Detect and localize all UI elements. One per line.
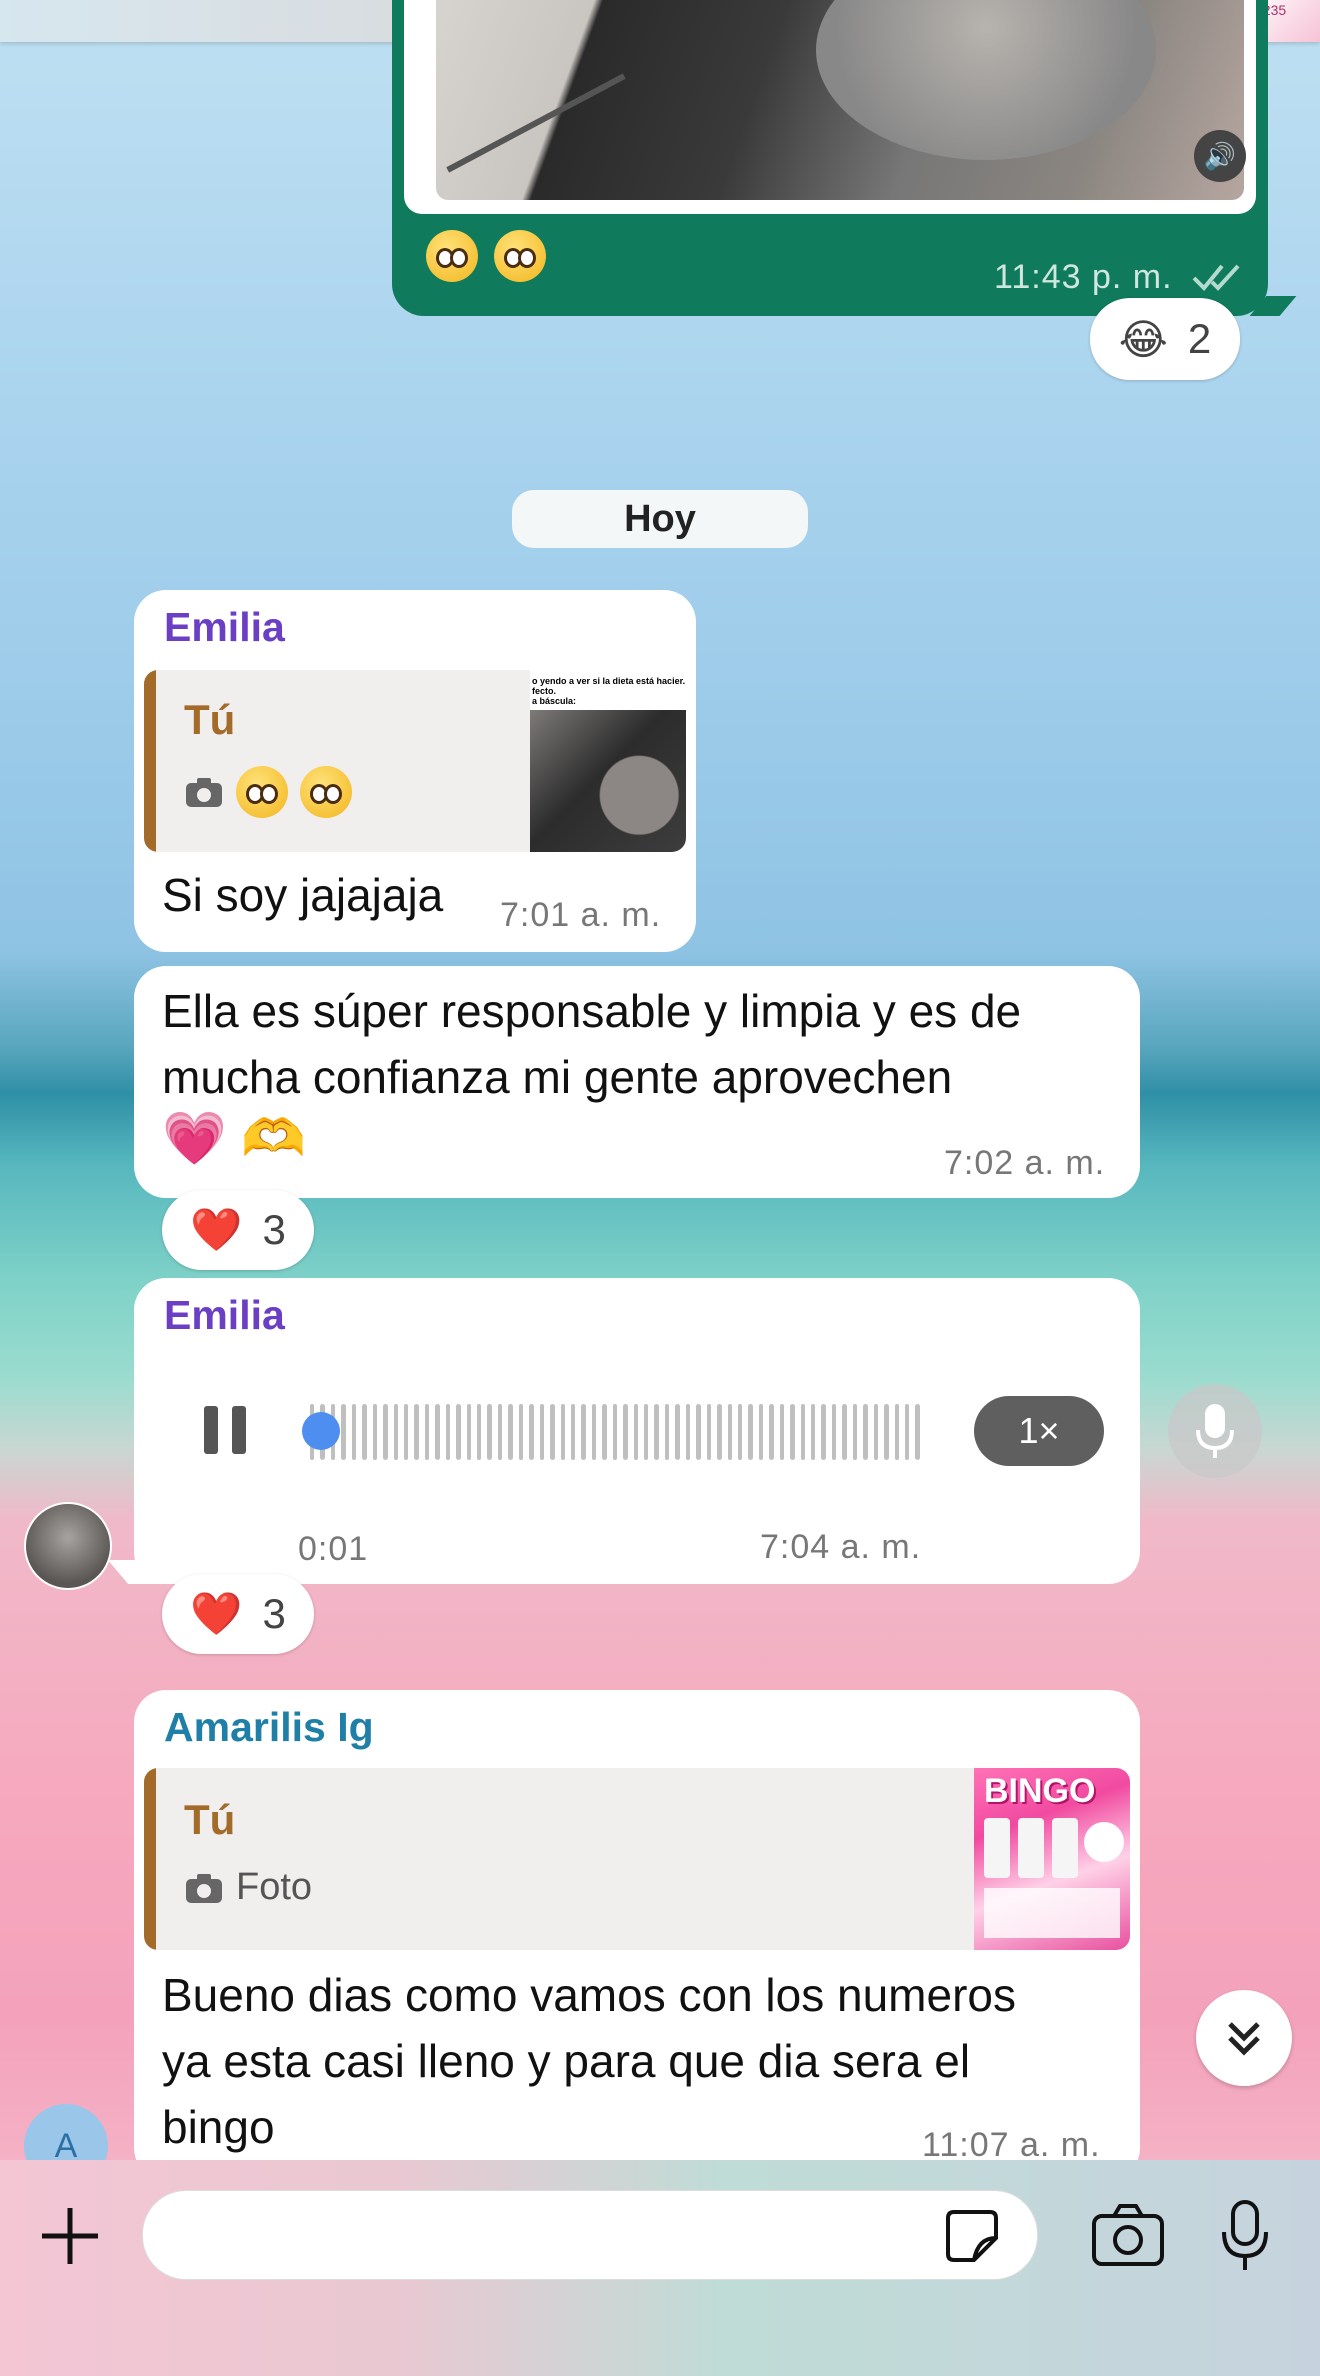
audio-elapsed: 0:01 bbox=[298, 1530, 369, 1568]
camera-icon bbox=[186, 778, 222, 807]
quote-preview bbox=[184, 766, 352, 818]
mic-icon[interactable] bbox=[1220, 2200, 1270, 2272]
incoming-text-message[interactable]: Ella es súper responsable y limpia y es … bbox=[134, 966, 1140, 1198]
speaker-icon[interactable]: 🔊 bbox=[1194, 130, 1246, 182]
date-divider: Hoy bbox=[512, 490, 808, 548]
message-time: 7:04 a. m. bbox=[760, 1528, 922, 1566]
quote-author: Tú bbox=[184, 1796, 236, 1843]
quote-bar bbox=[144, 1768, 156, 1950]
message-text-line-2: ya esta casi lleno y para que dia sera e… bbox=[162, 2035, 971, 2087]
pause-icon[interactable] bbox=[204, 1406, 250, 1454]
quote-author: Tú bbox=[184, 696, 236, 743]
reaction-badge[interactable]: ❤️ 3 bbox=[162, 1190, 314, 1270]
sender-name[interactable]: Emilia bbox=[164, 1292, 285, 1339]
quoted-message[interactable]: Tú o yendo a ver si la dieta está hacier… bbox=[144, 670, 686, 852]
plus-icon[interactable] bbox=[38, 2204, 102, 2268]
quote-subtitle: Foto bbox=[236, 1866, 313, 1908]
reaction-count: 2 bbox=[1187, 315, 1212, 362]
message-emojis: 💗 🫶 bbox=[162, 1110, 306, 1168]
message-input[interactable] bbox=[142, 2190, 1038, 2280]
camera-icon bbox=[186, 1873, 222, 1903]
quote-thumbnail: BINGO bbox=[974, 1768, 1130, 1950]
audio-progress-knob[interactable] bbox=[302, 1412, 340, 1450]
read-receipt-icon bbox=[1192, 264, 1240, 291]
input-bar bbox=[0, 2160, 1320, 2376]
reaction-count: 3 bbox=[262, 1590, 286, 1637]
video-thumbnail[interactable]: 🔊 bbox=[404, 0, 1256, 214]
message-time: 11:43 p. m. bbox=[994, 258, 1173, 296]
reaction-emoji: ❤️ bbox=[190, 1589, 243, 1637]
sender-name[interactable]: Amarilis Ig bbox=[164, 1704, 374, 1751]
camera-icon[interactable] bbox=[1090, 2202, 1166, 2268]
reaction-count: 3 bbox=[262, 1206, 286, 1253]
quote-thumbnail: o yendo a ver si la dieta está hacier. f… bbox=[530, 670, 686, 852]
message-text-line-1: Ella es súper responsable y limpia y es … bbox=[162, 985, 1022, 1037]
scroll-down-button[interactable] bbox=[1196, 1990, 1292, 2086]
quote-bar bbox=[144, 670, 156, 852]
reaction-badge[interactable]: ❤️ 3 bbox=[162, 1574, 314, 1654]
message-text-line-2: mucha confianza mi gente aprovechen bbox=[162, 1051, 953, 1103]
mic-icon[interactable] bbox=[1168, 1384, 1262, 1478]
incoming-audio-message[interactable]: Emilia 1× 0:01 7:04 a. m. bbox=[134, 1278, 1140, 1584]
incoming-reply-message[interactable]: Emilia Tú o yendo a ver si la dieta está… bbox=[134, 590, 696, 952]
emoji-caption bbox=[426, 230, 546, 282]
avatar[interactable] bbox=[24, 1502, 112, 1590]
scroll-down-icon bbox=[1228, 2022, 1260, 2056]
incoming-reply-message[interactable]: Amarilis Ig Tú Foto BINGO Bueno dias com… bbox=[134, 1690, 1140, 2180]
playback-speed-button[interactable]: 1× bbox=[974, 1396, 1104, 1466]
reaction-emoji: ❤️ bbox=[190, 1205, 243, 1253]
outgoing-video-message[interactable]: 🔊 11:43 p. m. bbox=[392, 0, 1268, 316]
sender-name[interactable]: Emilia bbox=[164, 604, 285, 651]
message-text: Si soy jajajaja bbox=[162, 869, 444, 921]
quote-preview: Foto bbox=[184, 1866, 312, 1909]
reaction-badge[interactable]: 😂 2 bbox=[1090, 298, 1240, 380]
quoted-message[interactable]: Tú Foto BINGO bbox=[144, 1768, 1130, 1950]
message-text-line-1: Bueno dias como vamos con los numeros bbox=[162, 1969, 1016, 2021]
sticker-icon[interactable] bbox=[944, 2208, 1000, 2264]
message-time: 7:01 a. m. bbox=[500, 896, 662, 934]
audio-waveform[interactable] bbox=[310, 1404, 920, 1460]
reaction-emoji: 😂 bbox=[1118, 315, 1168, 363]
message-text-line-3: bingo bbox=[162, 2101, 275, 2153]
message-time: 7:02 a. m. bbox=[944, 1144, 1106, 1182]
